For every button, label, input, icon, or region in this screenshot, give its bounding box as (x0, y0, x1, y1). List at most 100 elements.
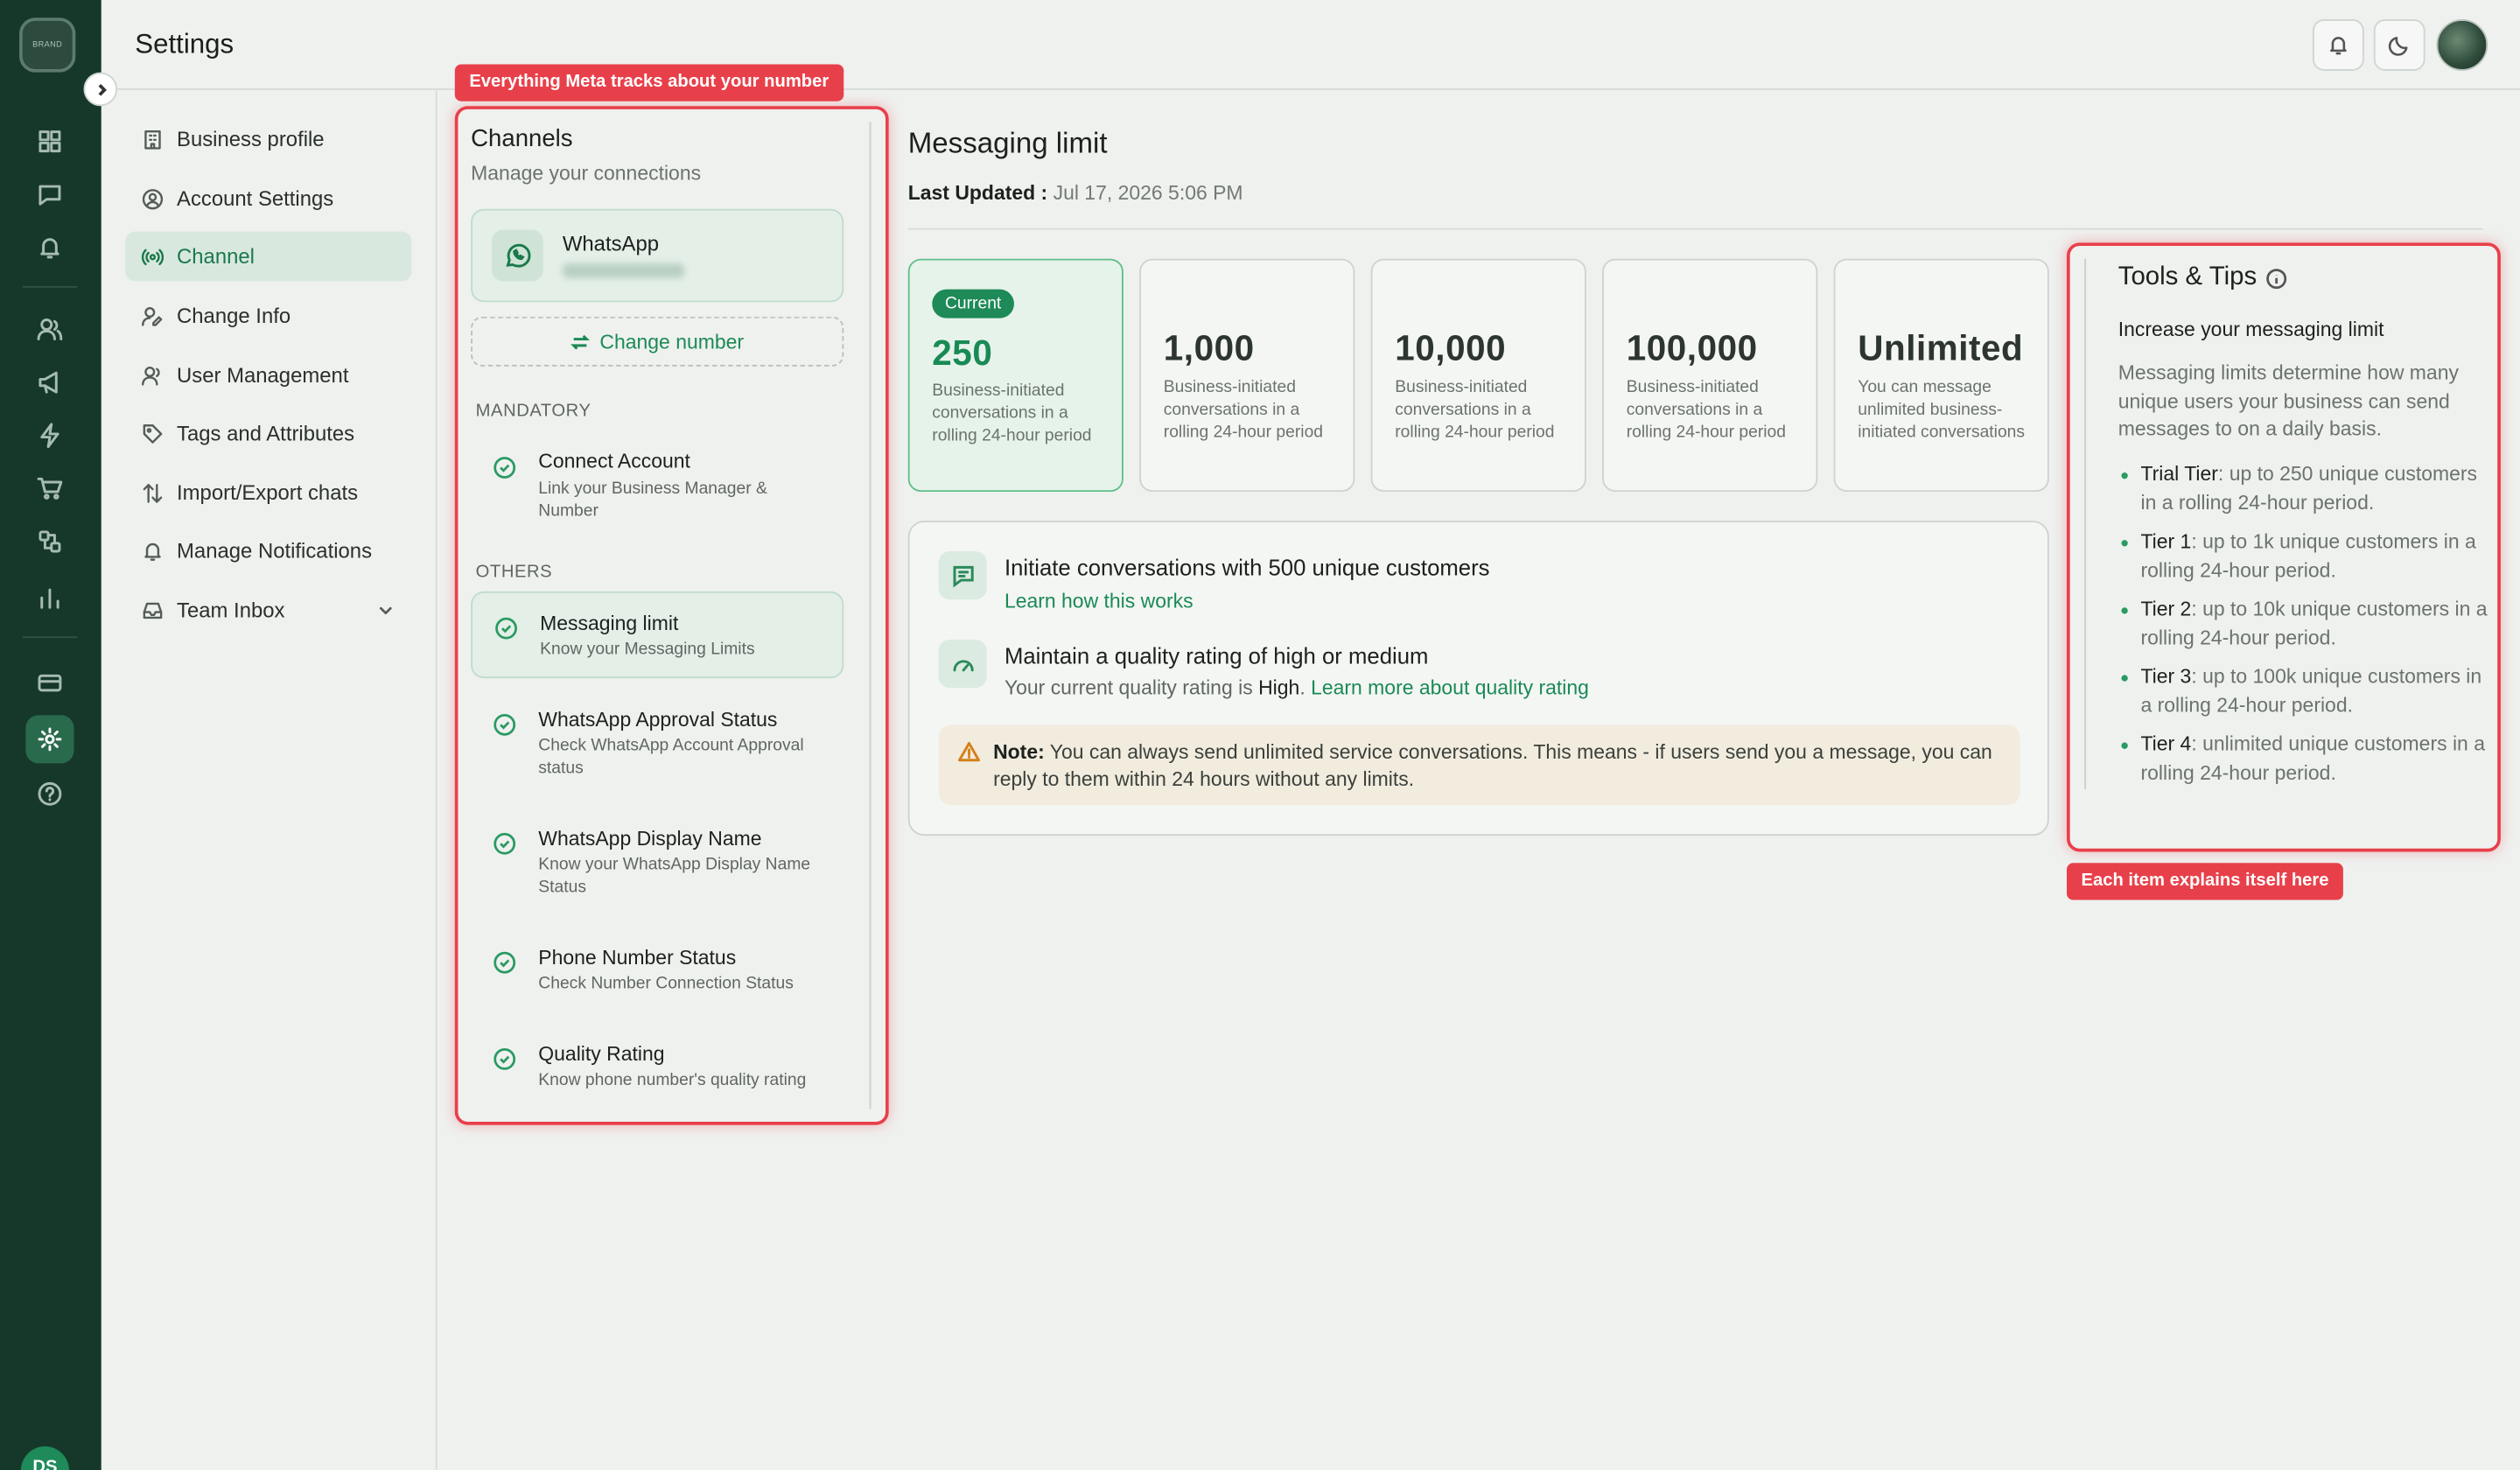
last-updated-value: Jul 17, 2026 5:06 PM (1053, 181, 1243, 205)
nav-label: Channel (177, 244, 256, 269)
nav-item-channel[interactable]: Channel (125, 231, 412, 282)
channels-panel: Channels Manage your connections WhatsAp… (458, 109, 886, 1122)
tier-text: : unlimited unique customers in a rollin… (2140, 732, 2485, 784)
lightning-icon[interactable] (34, 419, 66, 452)
swap-icon (570, 333, 591, 349)
nav-item-business-profile[interactable]: Business profile (125, 114, 411, 164)
tools-tips-panel: Tools & Tips Increase your messaging lim… (2070, 246, 2498, 849)
step-title: Connect Account (538, 450, 690, 472)
list-item: Tier 1: up to 1k unique customers in a r… (2118, 528, 2491, 584)
nav-item-import-export[interactable]: Import/Export chats (125, 467, 411, 517)
tier-desc: Business-initiated conversations in a ro… (1626, 377, 1787, 443)
channel-step-messaging-limit[interactable]: Messaging limit Know your Messaging Limi… (471, 591, 844, 679)
section-label-others: OTHERS (475, 562, 553, 582)
quality-learn-link[interactable]: Learn more about quality rating (1311, 676, 1589, 699)
nav-item-tags-attributes[interactable]: Tags and Attributes (125, 409, 411, 458)
tier-desc: Business-initiated conversations in a ro… (1163, 377, 1324, 443)
tier-value: 250 (932, 332, 993, 374)
channels-callout: Everything Meta tracks about your number (454, 64, 844, 102)
user-edit-icon (142, 306, 163, 326)
quality-value: High (1258, 676, 1300, 699)
tips-title: Tools & Tips (2118, 263, 2287, 292)
nav-label: Manage Notifications (177, 538, 373, 563)
whatsapp-icon (492, 229, 543, 282)
tier-text: : up to 10k unique customers in a rollin… (2140, 598, 2488, 649)
warning-icon (958, 742, 981, 762)
tier-desc: You can message unlimited business-initi… (1858, 377, 2026, 443)
step-desc: Check WhatsApp Account Approval status (538, 736, 804, 778)
change-number-label: Change number (599, 330, 745, 354)
tier-name: Trial Tier (2140, 462, 2218, 486)
step-title: Quality Rating (538, 1043, 665, 1066)
chat-icon[interactable] (34, 178, 66, 211)
check-circle-icon (495, 617, 518, 640)
limit-info-card: Initiate conversations with 500 unique c… (907, 521, 2049, 836)
list-item: Tier 3: up to 100k unique customers in a… (2118, 664, 2491, 720)
app-logo[interactable]: BRAND (19, 18, 76, 73)
check-circle-icon (494, 713, 516, 736)
tier-name: Tier 4 (2140, 732, 2192, 756)
nav-item-account-settings[interactable]: Account Settings (125, 173, 411, 223)
dashboard-icon[interactable] (34, 125, 66, 158)
info-icon[interactable] (2266, 268, 2287, 289)
tier-card-10000: 10,000 Business-initiated conversations … (1370, 258, 1586, 493)
step-title: WhatsApp Approval Status (538, 708, 778, 732)
collapse-sidebar-button[interactable] (83, 72, 118, 107)
step-desc: Know phone number's quality rating (538, 1070, 807, 1090)
channels-scrollbar[interactable] (869, 122, 872, 1110)
tips-subtitle: Increase your messaging limit (2118, 318, 2384, 341)
list-item: Trial Tier: up to 250 unique customers i… (2118, 461, 2491, 517)
step-title: WhatsApp Display Name (538, 827, 762, 850)
billing-icon[interactable] (34, 667, 66, 699)
change-number-button[interactable]: Change number (471, 316, 844, 367)
nav-label: Team Inbox (177, 598, 285, 622)
user-circle-icon (142, 188, 164, 209)
whatsapp-label: WhatsApp (562, 231, 660, 256)
message-icon (938, 550, 987, 600)
step-desc: Check Number Connection Status (538, 974, 794, 994)
note-banner: Note: You can always send unlimited serv… (938, 724, 2020, 806)
learn-how-link[interactable]: Learn how this works (1004, 590, 1194, 612)
help-icon[interactable] (34, 778, 66, 810)
nav-item-user-management[interactable]: User Management (125, 350, 411, 400)
bell-icon[interactable] (34, 231, 66, 263)
logo-text: BRAND (32, 39, 63, 50)
profile-avatar[interactable] (2436, 19, 2488, 71)
tier-card-unlimited: Unlimited You can message unlimited busi… (1833, 258, 2049, 493)
channel-step-phone-status[interactable]: Phone Number Status Check Number Connect… (471, 929, 844, 1006)
nav-item-change-info[interactable]: Change Info (125, 290, 411, 340)
integrations-icon[interactable] (34, 526, 66, 558)
theme-toggle-button[interactable] (2373, 19, 2426, 71)
tips-scrollbar[interactable] (2084, 258, 2087, 789)
megaphone-icon[interactable] (34, 367, 66, 399)
tier-value: 1,000 (1163, 327, 1255, 368)
contacts-icon[interactable] (34, 313, 66, 346)
tier-name: Tier 1 (2140, 530, 2192, 553)
user-avatar[interactable]: DS (20, 1446, 69, 1470)
check-circle-icon (494, 832, 516, 855)
app-rail: BRAND DS (0, 0, 102, 1470)
channel-step-quality-rating[interactable]: Quality Rating Know phone number's quali… (471, 1026, 844, 1102)
current-badge: Current (932, 289, 1014, 318)
chevron-right-icon (97, 83, 107, 95)
channel-step-display-name[interactable]: WhatsApp Display Name Know your WhatsApp… (471, 810, 844, 904)
bell-icon (144, 542, 161, 560)
settings-gear-icon[interactable] (25, 715, 74, 764)
quality-text-label: Your current quality rating is (1004, 676, 1253, 699)
whatsapp-channel-card[interactable]: WhatsApp (471, 208, 844, 303)
tier-text: : up to 100k unique customers in a rolli… (2140, 665, 2482, 717)
note-label: Note: (993, 740, 1045, 764)
cart-icon[interactable] (34, 472, 66, 505)
analytics-icon[interactable] (34, 582, 66, 614)
phone-number-redacted (562, 263, 685, 278)
nav-item-team-inbox[interactable]: Team Inbox (125, 585, 411, 635)
broadcast-icon (141, 248, 164, 265)
channel-step-connect-account[interactable]: Connect Account Link your Business Manag… (471, 434, 844, 528)
channels-subtitle: Manage your connections (471, 162, 702, 186)
channel-step-approval-status[interactable]: WhatsApp Approval Status Check WhatsApp … (471, 691, 844, 785)
list-item: Tier 2: up to 10k unique customers in a … (2118, 596, 2491, 652)
notifications-button[interactable] (2313, 19, 2364, 71)
nav-item-manage-notifications[interactable]: Manage Notifications (125, 526, 411, 576)
tier-text: : up to 1k unique customers in a rolling… (2140, 530, 2476, 581)
tips-body: Messaging limits determine how many uniq… (2118, 361, 2459, 441)
